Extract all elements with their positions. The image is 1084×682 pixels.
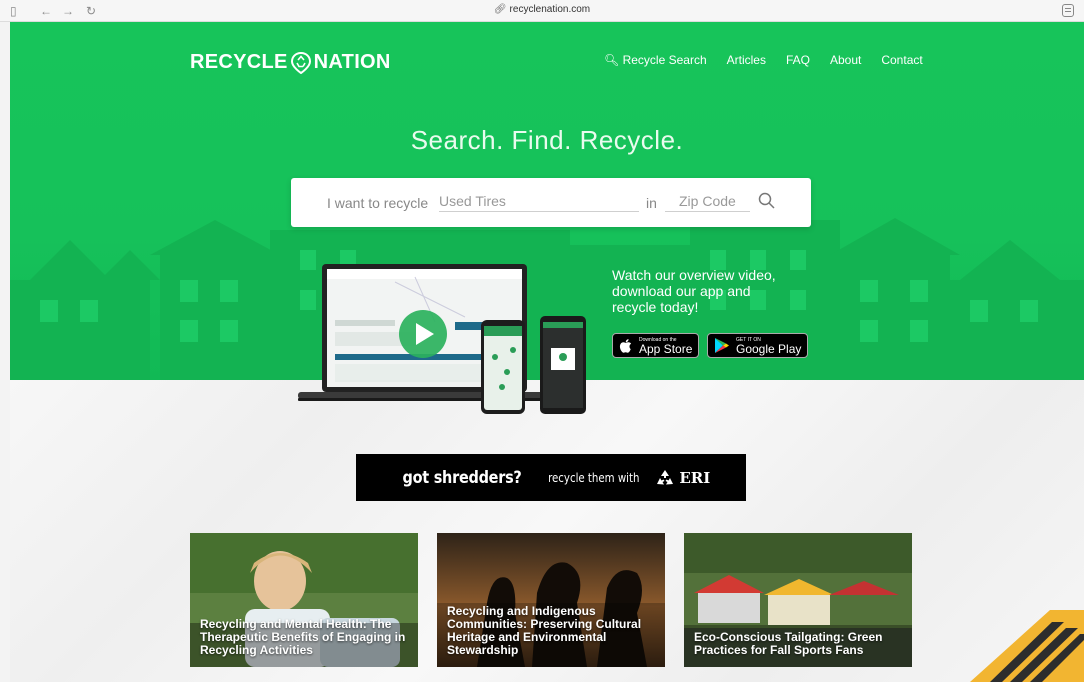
promo-line-2: download our app and <box>612 283 751 299</box>
address-bar[interactable]: 🔗︎ recyclenation.com <box>0 4 1084 15</box>
ad-banner-headline: got shredders? <box>402 467 522 488</box>
nav-recycle-search[interactable]: 🔍︎ Recycle Search <box>604 53 707 67</box>
zip-code-input[interactable]: Zip Code <box>665 193 750 212</box>
app-store-button[interactable]: Download on the App Store <box>612 333 700 358</box>
promo-line-3: recycle today! <box>612 299 699 315</box>
recycle-pin-icon <box>290 51 311 74</box>
logo-text-recycle: RECYCLE <box>190 51 288 73</box>
nav-recycle-search-label: Recycle Search <box>622 53 707 67</box>
promo-text: Watch our overview video, download our a… <box>612 267 812 315</box>
main-nav: 🔍︎ Recycle Search Articles FAQ About Con… <box>604 53 923 67</box>
eri-brand-text: ERI <box>679 468 711 487</box>
app-store-large-text: App Store <box>639 341 693 356</box>
link-icon: 🔗︎ <box>493 4 507 15</box>
eri-ad-banner[interactable]: got shredders? recycle them with ERI <box>356 454 746 501</box>
search-in-label: in <box>646 195 657 211</box>
article-card-3[interactable]: Eco-Conscious Tailgating: Green Practice… <box>684 533 912 667</box>
reader-icon[interactable] <box>1062 4 1074 17</box>
ad-banner-subtext: recycle them with <box>547 470 640 485</box>
apple-icon <box>619 338 632 353</box>
corner-decoration <box>970 610 1084 682</box>
article-title-1: Recycling and Mental Health: The Therape… <box>200 617 406 657</box>
article-title-3: Eco-Conscious Tailgating: Green Practice… <box>694 630 883 657</box>
hero-headline: Search. Find. Recycle. <box>410 125 684 155</box>
nav-contact[interactable]: Contact <box>881 53 922 67</box>
search-submit-icon[interactable] <box>758 192 776 210</box>
google-play-icon <box>715 338 729 353</box>
browser-toolbar: ▯ ← → ↻ 🔗︎ recyclenation.com <box>0 0 1084 22</box>
nav-articles[interactable]: Articles <box>727 53 766 67</box>
search-icon: 🔍︎ <box>604 53 620 67</box>
eri-brand: ERI <box>655 469 710 487</box>
recycle-search-box: I want to recycle Used Tires in Zip Code <box>291 178 811 227</box>
logo-text-nation: NATION <box>313 51 391 73</box>
article-card-2[interactable]: Recycling and Indigenous Communities: Pr… <box>437 533 665 667</box>
site-logo[interactable]: RECYCLE NATION <box>190 51 391 74</box>
search-lead-label: I want to recycle <box>327 195 429 211</box>
url-text: recyclenation.com <box>509 4 591 15</box>
promo-line-1: Watch our overview video, <box>612 267 776 283</box>
nav-faq[interactable]: FAQ <box>786 53 810 67</box>
recycle-item-input[interactable]: Used Tires <box>439 193 639 212</box>
article-title-2: Recycling and Indigenous Communities: Pr… <box>447 604 642 657</box>
nav-about[interactable]: About <box>830 53 861 67</box>
app-devices-illustration <box>298 264 586 414</box>
article-card-1[interactable]: Recycling and Mental Health: The Therape… <box>190 533 418 667</box>
google-play-button[interactable]: GET IT ON Google Play <box>707 333 809 358</box>
recycle-symbol-icon <box>657 469 674 484</box>
google-play-large-text: Google Play <box>736 341 802 356</box>
